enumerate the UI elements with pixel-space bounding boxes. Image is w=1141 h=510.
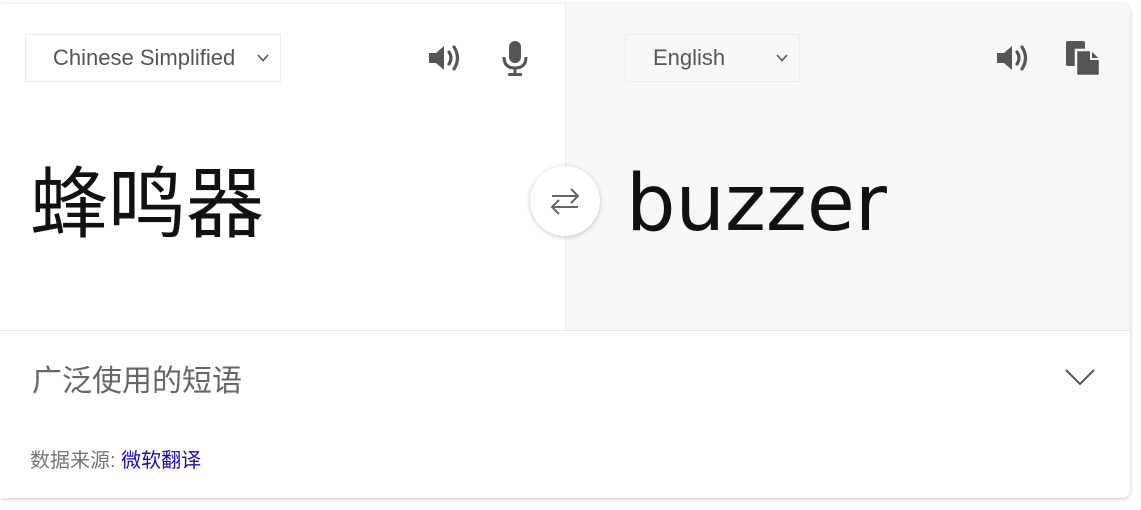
copy-button[interactable] xyxy=(1063,38,1103,78)
attribution-label: 数据来源: xyxy=(30,450,116,472)
swap-arrows-icon xyxy=(550,188,580,215)
target-speaker-button[interactable] xyxy=(993,38,1033,78)
common-phrases-expand-button[interactable] xyxy=(1060,360,1100,394)
speaker-icon xyxy=(429,45,460,71)
attribution: 数据来源: 微软翻译 xyxy=(30,444,201,473)
chevron-down-icon xyxy=(257,54,269,62)
microphone-icon xyxy=(502,41,528,76)
swap-languages-button[interactable] xyxy=(530,166,600,236)
source-text: 蜂鸣器 xyxy=(30,160,265,248)
chevron-down-icon xyxy=(1065,369,1095,386)
section-divider xyxy=(0,330,1130,331)
translator-card: Chinese Simplified 蜂鸣器 English buzzer 广泛… xyxy=(0,4,1130,498)
common-phrases-title: 广泛使用的短语 xyxy=(32,365,242,398)
source-speaker-button[interactable] xyxy=(425,38,465,78)
source-language-label: Chinese Simplified xyxy=(53,45,236,70)
target-text: buzzer xyxy=(626,159,887,249)
target-language-select[interactable]: English xyxy=(625,34,800,82)
chevron-down-icon xyxy=(776,54,788,62)
source-language-select[interactable]: Chinese Simplified xyxy=(25,34,281,82)
microphone-button[interactable] xyxy=(495,38,535,78)
speaker-icon xyxy=(997,45,1028,71)
attribution-provider-link[interactable]: 微软翻译 xyxy=(121,450,201,472)
target-pane: English buzzer xyxy=(565,4,1130,330)
copy-icon xyxy=(1066,41,1102,78)
source-pane: Chinese Simplified 蜂鸣器 xyxy=(0,4,565,330)
target-language-label: English xyxy=(653,45,726,70)
